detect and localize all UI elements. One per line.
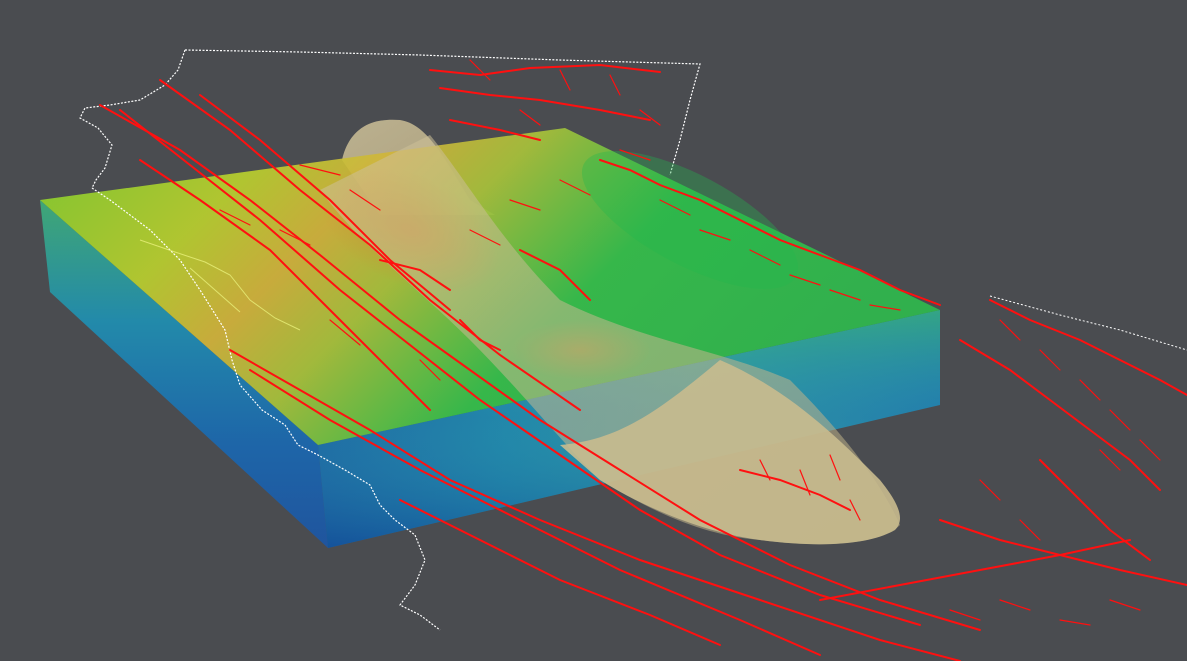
render-viewport[interactable] bbox=[0, 0, 1187, 661]
scene-canvas[interactable] bbox=[0, 0, 1187, 661]
